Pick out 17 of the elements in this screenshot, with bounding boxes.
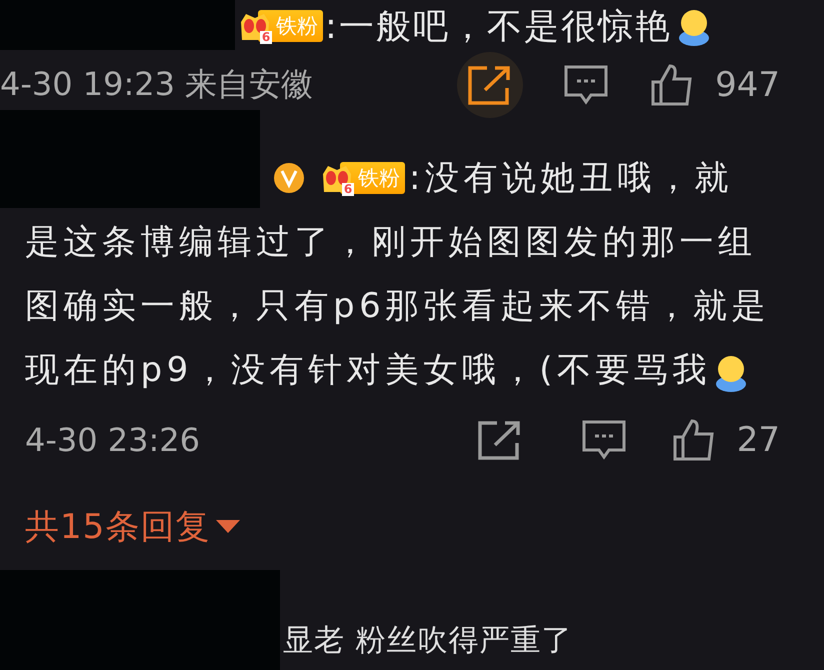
badge-level: 6	[342, 183, 354, 196]
comment-icon	[563, 64, 610, 106]
thumbs-up-icon	[672, 418, 716, 462]
comment-text: :一般吧，不是很惊艳	[325, 6, 672, 48]
share-icon	[476, 419, 523, 461]
like-count: 27	[736, 420, 780, 460]
comment-text: 显老 粉丝吹得严重了	[283, 622, 573, 660]
replies-link[interactable]: 共15条回复	[25, 504, 210, 550]
comment-icon	[580, 419, 627, 461]
comment-text: 是这条博编辑过了，刚开始图图发的那一组图确实一般，只有p6那张看起来不错，就是现在的p9，没有针对美女哦，(不要骂我	[25, 222, 770, 390]
like-count: 947	[715, 65, 780, 105]
comment-text: :没有说她丑哦，就	[409, 157, 733, 200]
caret-icon	[216, 520, 240, 534]
comment-time: 4-30 23:26	[25, 421, 202, 459]
comment-time: 4-30 19:23 来自安徽	[0, 64, 314, 105]
badge-level: 6	[260, 31, 272, 44]
thumbs-up-icon	[650, 63, 694, 107]
